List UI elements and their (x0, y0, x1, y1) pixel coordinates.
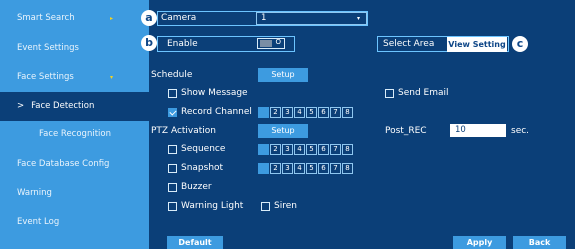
callout-badge-b: b (141, 35, 157, 51)
sequence-checkbox[interactable] (168, 145, 177, 154)
channel-toggle[interactable]: 1 (258, 163, 269, 174)
channel-toggle[interactable]: 6 (318, 144, 329, 155)
buzzer-checkbox[interactable] (168, 183, 177, 192)
send-email-label: Send Email (398, 88, 449, 98)
chevron-down-icon: ▾ (356, 15, 360, 22)
post-rec-input[interactable]: 10 (450, 124, 506, 137)
channel-toggle[interactable]: 3 (282, 163, 293, 174)
post-rec-label: Post_REC (385, 126, 427, 136)
channel-toggle[interactable]: 1 (258, 144, 269, 155)
snapshot-checkbox[interactable] (168, 164, 177, 173)
apply-button[interactable]: Apply (453, 236, 506, 249)
toggle-knob (260, 40, 272, 47)
camera-select[interactable]: 1 ▾ (256, 12, 367, 25)
channel-toggle[interactable]: 4 (294, 163, 305, 174)
channel-toggle[interactable]: 5 (306, 163, 317, 174)
sidebar-item-smart-search[interactable]: Smart Search ▸ (0, 4, 149, 33)
sidebar-item-label: Warning (17, 188, 52, 198)
channel-toggle[interactable]: 2 (270, 144, 281, 155)
main-panel: a Camera 1 ▾ b Enable O Select Area View… (141, 0, 575, 249)
chevron-down-icon: ▾ (110, 74, 114, 81)
channel-toggle[interactable]: 7 (330, 107, 341, 118)
buzzer-label: Buzzer (181, 182, 212, 192)
post-rec-unit: sec. (511, 126, 530, 136)
sidebar-item-warning[interactable]: Warning (0, 179, 149, 208)
record-channel-label: Record Channel (181, 107, 252, 117)
channel-toggle[interactable]: 2 (270, 163, 281, 174)
channel-toggle[interactable]: 3 (282, 107, 293, 118)
snapshot-label: Snapshot (181, 163, 224, 173)
sidebar-item-face-settings[interactable]: Face Settings ▾ (0, 63, 149, 92)
toggle-off-indicator: O (275, 38, 281, 46)
camera-select-value: 1 (261, 13, 267, 23)
callout-badge-a: a (141, 10, 157, 26)
ptz-activation-label: PTZ Activation (151, 126, 217, 136)
ptz-setup-button[interactable]: Setup (258, 124, 308, 138)
enable-toggle[interactable]: O (257, 38, 285, 49)
record-channel-checkbox[interactable] (168, 108, 177, 117)
view-setting-button[interactable]: View Setting (447, 37, 507, 52)
sidebar-item-event-settings[interactable]: Event Settings (0, 34, 149, 63)
schedule-setup-button[interactable]: Setup (258, 68, 308, 82)
sidebar-item-label: Event Settings (17, 43, 79, 53)
sequence-label: Sequence (181, 144, 226, 154)
warning-light-checkbox[interactable] (168, 202, 177, 211)
channel-toggle[interactable]: 5 (306, 107, 317, 118)
back-button[interactable]: Back (513, 236, 566, 249)
channel-toggle[interactable]: 4 (294, 144, 305, 155)
sidebar-item-label: Face Settings (17, 72, 74, 82)
schedule-label: Schedule (151, 70, 193, 80)
channel-toggle[interactable]: 5 (306, 144, 317, 155)
sidebar-item-face-recognition[interactable]: Face Recognition (0, 120, 149, 149)
callout-badge-c: c (512, 36, 528, 52)
enable-label: Enable (167, 39, 198, 49)
sidebar-item-label: Face Detection (31, 101, 95, 111)
channel-toggle[interactable]: 4 (294, 107, 305, 118)
select-area-label: Select Area (383, 39, 435, 49)
channel-toggle[interactable]: 7 (330, 144, 341, 155)
sidebar-item-label: Smart Search (17, 13, 75, 23)
channel-toggle[interactable]: 3 (282, 144, 293, 155)
warning-light-label: Warning Light (181, 201, 244, 211)
channel-toggle[interactable]: 2 (270, 107, 281, 118)
siren-checkbox[interactable] (261, 202, 270, 211)
sidebar-item-face-database-config[interactable]: Face Database Config (0, 150, 149, 179)
show-message-label: Show Message (181, 88, 248, 98)
channel-toggle[interactable]: 1 (258, 107, 269, 118)
default-button[interactable]: Default (167, 236, 223, 249)
channel-toggle[interactable]: 8 (342, 107, 353, 118)
sidebar: Smart Search ▸ Event Settings Face Setti… (0, 0, 149, 249)
send-email-checkbox[interactable] (385, 89, 394, 98)
sidebar-item-label: Event Log (17, 217, 60, 227)
chevron-right-icon: > (17, 101, 25, 111)
sidebar-item-event-log[interactable]: Event Log (0, 208, 149, 237)
post-rec-value: 10 (455, 125, 466, 135)
camera-label: Camera (161, 13, 197, 23)
sidebar-item-label: Face Recognition (39, 129, 111, 139)
channel-toggle[interactable]: 8 (342, 163, 353, 174)
chevron-right-icon: ▸ (110, 15, 114, 22)
sidebar-item-label: Face Database Config (17, 159, 110, 169)
channel-toggle[interactable]: 7 (330, 163, 341, 174)
channel-toggle[interactable]: 6 (318, 107, 329, 118)
show-message-checkbox[interactable] (168, 89, 177, 98)
channel-toggle[interactable]: 8 (342, 144, 353, 155)
channel-toggle[interactable]: 6 (318, 163, 329, 174)
sidebar-item-face-detection[interactable]: > Face Detection (0, 92, 149, 121)
siren-label: Siren (274, 201, 297, 211)
